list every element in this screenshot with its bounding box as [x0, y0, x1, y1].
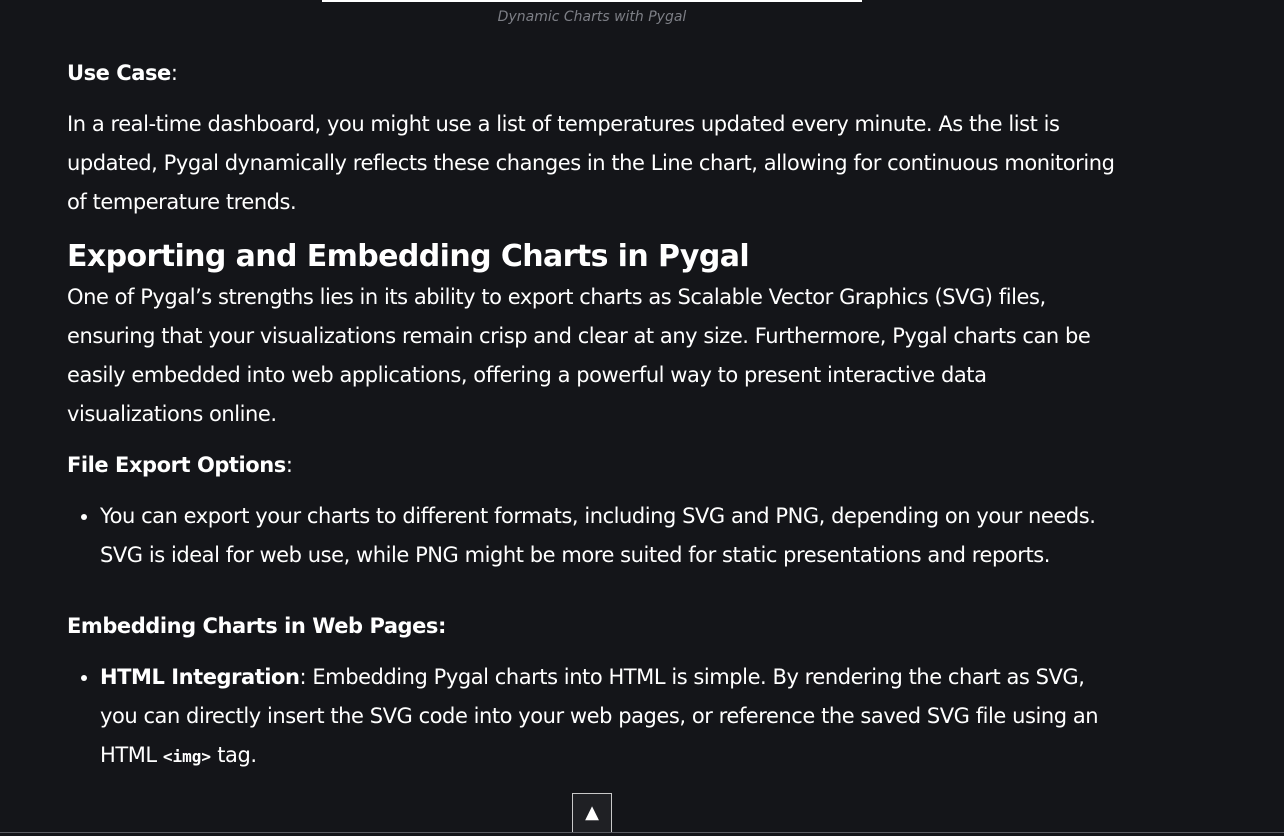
figure-caption: Dynamic Charts with Pygal — [497, 9, 687, 25]
figure-image — [322, 0, 862, 2]
embedding-label: Embedding Charts in Web Pages: — [67, 614, 446, 638]
section-heading: Exporting and Embedding Charts in Pygal — [67, 239, 750, 274]
export-intro-paragraph: One of Pygal’s strengths lies in its abi… — [67, 285, 1091, 426]
use-case-label: Use Case: — [67, 54, 1117, 93]
back-to-top-button[interactable]: ▲ — [572, 793, 612, 833]
article-content: Use Case: In a real-time dashboard, you … — [67, 54, 1117, 776]
file-export-label-text: File Export Options — [67, 453, 286, 477]
embedding-list: HTML Integration: Embedding Pygal charts… — [67, 658, 1117, 776]
file-export-label: File Export Options: — [67, 446, 1117, 485]
use-case-label-text: Use Case — [67, 61, 171, 85]
use-case-paragraph: In a real-time dashboard, you might use … — [67, 112, 1115, 214]
article-page: Dynamic Charts with Pygal Use Case: In a… — [0, 0, 1284, 836]
list-item: HTML Integration: Embedding Pygal charts… — [100, 658, 1117, 776]
img-tag-code: <img> — [162, 747, 212, 766]
file-export-list: You can export your charts to different … — [67, 497, 1117, 575]
use-case-label-colon: : — [170, 61, 178, 85]
html-integration-title: HTML Integration — [100, 665, 300, 689]
bottom-divider — [0, 832, 1284, 833]
html-integration-text-end: tag. — [211, 743, 257, 767]
list-item: You can export your charts to different … — [100, 497, 1117, 575]
file-export-label-colon: : — [285, 453, 293, 477]
